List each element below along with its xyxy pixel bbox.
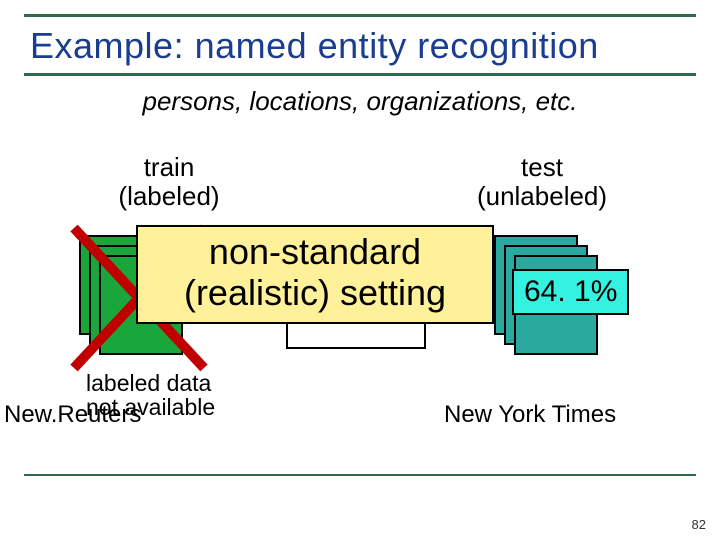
- slide-subtitle: persons, locations, organizations, etc.: [24, 86, 696, 117]
- callout-line2: (realistic) setting: [184, 272, 446, 313]
- test-label-line2: (unlabeled): [477, 181, 607, 211]
- train-label-line1: train: [144, 152, 195, 182]
- callout-line1: non-standard: [209, 231, 421, 272]
- labeled-data-line1: labeled data: [86, 370, 211, 396]
- slide: Example: named entity recognition person…: [24, 14, 696, 494]
- test-label-line1: test: [521, 152, 563, 182]
- left-source-name: Reuters: [57, 401, 141, 428]
- callout-box: non-standard (realistic) setting: [136, 225, 494, 324]
- left-source-prefix: New.: [4, 401, 57, 428]
- bottom-divider: [24, 474, 696, 476]
- test-label: test (unlabeled): [442, 153, 642, 210]
- left-source-label: New.Reuters: [4, 401, 141, 429]
- title-container: Example: named entity recognition: [24, 14, 696, 76]
- diagram-area: train (labeled) test (unlabeled) non-sta…: [24, 153, 696, 443]
- right-source-label: New York Times: [444, 401, 616, 429]
- page-number: 82: [692, 517, 706, 532]
- train-label: train (labeled): [84, 153, 254, 210]
- accuracy-badge: 64. 1%: [512, 269, 629, 315]
- slide-title: Example: named entity recognition: [30, 25, 690, 67]
- train-label-line2: (labeled): [118, 181, 219, 211]
